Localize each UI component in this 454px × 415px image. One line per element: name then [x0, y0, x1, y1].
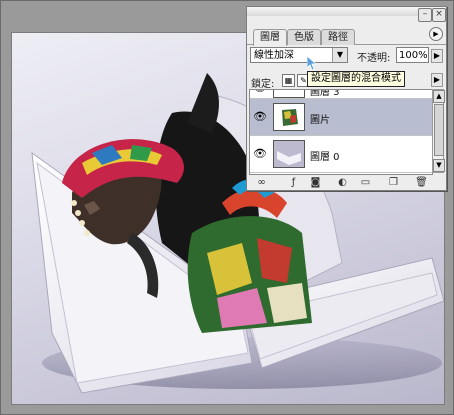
panel-titlebar[interactable]: [247, 7, 446, 16]
minimize-button[interactable]: –: [418, 8, 432, 22]
layer-thumbnail: [273, 90, 305, 98]
blend-mode-value: 線性加深: [254, 50, 294, 61]
tab-paths[interactable]: 路徑: [321, 29, 355, 45]
scroll-thumb[interactable]: [434, 104, 444, 156]
blend-mode-select[interactable]: 線性加深 ▼: [250, 47, 348, 63]
opacity-field[interactable]: 100%: [396, 47, 429, 63]
layer-name: 圖片: [310, 115, 330, 126]
layer-row-0[interactable]: 👁 圖層 0: [250, 136, 432, 173]
layer-name: 圖層 0: [310, 152, 340, 163]
layer-thumbnail: [273, 103, 305, 131]
layer-name: 圖層 3: [310, 89, 340, 98]
eye-icon[interactable]: 👁: [252, 146, 268, 162]
scroll-up-icon[interactable]: ▲: [433, 90, 445, 103]
trash-icon[interactable]: 🗑: [415, 177, 428, 189]
panel-tabs: 圖層 色版 路徑: [247, 25, 446, 46]
document-window: – × 圖層 色版 路徑 ▶ 線性加深 ▼ 不透明: 100% ▶ 鎖定: ▦ …: [0, 0, 454, 415]
eye-icon[interactable]: 👁: [252, 109, 268, 125]
lock-label: 鎖定:: [251, 79, 275, 90]
adjustment-layer-icon[interactable]: ◐: [336, 177, 349, 189]
new-group-icon[interactable]: ▭: [359, 177, 372, 189]
panel-bottom-toolbar: ∞ ƒ ◙ ◐ ▭ ❐ 🗑: [247, 176, 446, 190]
tab-channels[interactable]: 色版: [287, 29, 321, 45]
layer-thumbnail: [273, 140, 305, 168]
tab-layers[interactable]: 圖層: [253, 29, 287, 46]
layer-row-picture[interactable]: 👁 圖片: [250, 99, 432, 136]
layers-panel: – × 圖層 色版 路徑 ▶ 線性加深 ▼ 不透明: 100% ▶ 鎖定: ▦ …: [246, 6, 447, 191]
link-layers-icon[interactable]: ∞: [255, 177, 268, 189]
close-button[interactable]: ×: [432, 8, 446, 22]
opacity-arrow-button[interactable]: ▶: [431, 49, 443, 63]
layer-style-icon[interactable]: ƒ: [287, 177, 300, 189]
blend-mode-tooltip: 設定圖層的混合模式: [307, 71, 405, 87]
new-layer-icon[interactable]: ❐: [387, 177, 400, 189]
panel-menu-button[interactable]: ▶: [429, 27, 443, 41]
lock-transparent-icon[interactable]: ▦: [282, 74, 295, 87]
eye-icon[interactable]: 👁: [252, 90, 268, 96]
mouse-cursor-icon: [307, 56, 317, 70]
layer-mask-icon[interactable]: ◙: [309, 177, 322, 189]
opacity-label: 不透明:: [357, 53, 391, 64]
layers-scrollbar[interactable]: ▲ ▼: [432, 89, 445, 173]
layers-list: 👁 圖層 3 👁 圖片 👁: [249, 89, 433, 175]
fill-arrow-button[interactable]: ▶: [431, 73, 443, 87]
picture-thumbnail-icon: [274, 104, 304, 130]
book-thumbnail-icon: [274, 141, 304, 167]
scroll-down-icon[interactable]: ▼: [433, 159, 445, 172]
layer-row-3[interactable]: 👁 圖層 3: [250, 89, 432, 99]
chevron-down-icon[interactable]: ▼: [332, 48, 347, 62]
